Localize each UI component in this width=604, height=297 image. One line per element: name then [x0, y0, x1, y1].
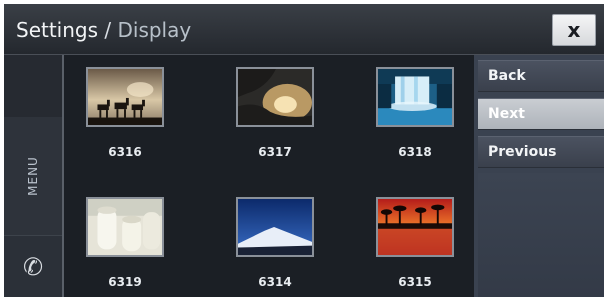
breadcrumb-separator: / [98, 18, 118, 42]
gallery-caption: 6314 [258, 275, 292, 289]
left-rail: MENU ✆ [4, 55, 64, 297]
gallery-caption: 6317 [258, 145, 292, 159]
page-title: Settings [16, 18, 99, 42]
wallpaper-grid: 6316 6317 6318 6319 6314 6315 [70, 55, 474, 297]
thumbnail-sunset[interactable] [376, 197, 454, 257]
phone-button[interactable]: ✆ [4, 236, 62, 297]
back-label: Back [488, 68, 526, 84]
menu-label: MENU [25, 156, 40, 196]
menu-button[interactable]: MENU [4, 117, 62, 236]
gallery-caption: 6316 [108, 145, 142, 159]
rail-blank [4, 55, 62, 118]
settings-window: Settings / Display x MENU ✆ 6316 6317 63… [4, 4, 604, 297]
next-button[interactable]: Next [478, 98, 604, 130]
close-icon: x [567, 18, 581, 42]
page-subtitle: Display [117, 18, 192, 42]
phone-icon: ✆ [22, 252, 44, 281]
gallery-caption: 6318 [398, 145, 432, 159]
thumbnail-horses[interactable] [86, 67, 164, 127]
previous-button[interactable]: Previous [478, 136, 604, 168]
right-menu: Back Next Previous [474, 55, 604, 297]
gallery-caption: 6319 [108, 275, 142, 289]
gallery-item[interactable]: 6314 [220, 185, 330, 297]
gallery-caption: 6315 [398, 275, 432, 289]
thumbnail-waterfall[interactable] [376, 67, 454, 127]
gallery-item[interactable]: 6318 [360, 55, 470, 167]
gallery-item[interactable]: 6315 [360, 185, 470, 297]
close-button[interactable]: x [552, 14, 596, 46]
title-bar: Settings / Display x [4, 4, 604, 55]
thumbnail-sunburst[interactable] [236, 67, 314, 127]
back-button[interactable]: Back [478, 60, 604, 92]
thumbnail-candles[interactable] [86, 197, 164, 257]
next-label: Next [488, 106, 525, 122]
gallery-item[interactable]: 6319 [70, 185, 180, 297]
gallery-item[interactable]: 6317 [220, 55, 330, 167]
menu-empty-area [478, 173, 604, 297]
previous-label: Previous [488, 144, 557, 160]
breadcrumb: Settings / Display [16, 18, 191, 42]
thumbnail-mountain[interactable] [236, 197, 314, 257]
gallery-item[interactable]: 6316 [70, 55, 180, 167]
